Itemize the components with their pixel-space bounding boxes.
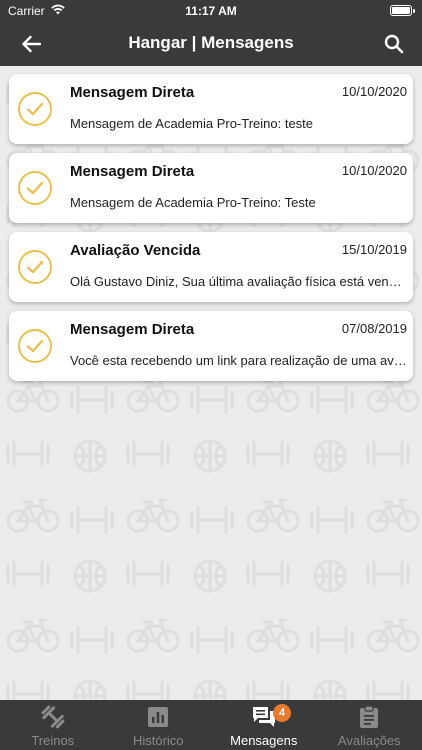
message-subject: Mensagem Direta bbox=[70, 163, 195, 180]
message-preview: Olá Gustavo Diniz, Sua última avaliação … bbox=[70, 274, 408, 289]
tab-label: Histórico bbox=[132, 733, 184, 748]
check-circle-icon bbox=[18, 171, 52, 205]
clipboard-icon bbox=[356, 704, 382, 730]
message-date: 15/10/2019 bbox=[341, 242, 407, 257]
message-date: 10/10/2020 bbox=[341, 163, 407, 178]
message-list-area[interactable]: Mensagem Direta 10/10/2020 Mensagem de A… bbox=[0, 66, 422, 700]
tab-mensagens[interactable]: 4 Mensagens bbox=[211, 700, 317, 750]
bar-chart-icon bbox=[145, 704, 171, 730]
tab-historico[interactable]: Histórico bbox=[106, 700, 212, 750]
message-card[interactable]: Avaliação Vencida 15/10/2019 Olá Gustavo… bbox=[9, 232, 413, 302]
battery-icon bbox=[390, 5, 415, 16]
app-header: Hangar | Mensagens bbox=[0, 22, 422, 66]
message-card[interactable]: Mensagem Direta 10/10/2020 Mensagem de A… bbox=[9, 153, 413, 223]
tab-treinos[interactable]: Treinos bbox=[0, 700, 106, 750]
tab-label: Avaliações bbox=[337, 733, 401, 748]
search-button[interactable] bbox=[380, 30, 408, 58]
message-card[interactable]: Mensagem Direta 07/08/2019 Você esta rec… bbox=[9, 311, 413, 381]
check-circle-icon bbox=[18, 92, 52, 126]
bottom-tab-bar: Treinos Histórico 4 Mensagens Avaliações bbox=[0, 700, 422, 750]
message-card[interactable]: Mensagem Direta 10/10/2020 Mensagem de A… bbox=[9, 74, 413, 144]
status-bar: Carrier 11:17 AM bbox=[0, 0, 422, 22]
tab-label: Treinos bbox=[31, 733, 75, 748]
chat-icon bbox=[251, 704, 277, 730]
message-preview: Você esta recebendo um link para realiza… bbox=[70, 353, 408, 368]
page-title: Hangar | Mensagens bbox=[128, 33, 294, 52]
unread-badge: 4 bbox=[273, 704, 291, 722]
message-date: 10/10/2020 bbox=[341, 84, 407, 99]
message-subject: Avaliação Vencida bbox=[70, 242, 201, 259]
check-circle-icon bbox=[18, 250, 52, 284]
message-date: 07/08/2019 bbox=[341, 321, 407, 336]
message-subject: Mensagem Direta bbox=[70, 321, 195, 338]
status-time: 11:17 AM bbox=[185, 4, 237, 18]
search-icon bbox=[384, 34, 404, 54]
message-preview: Mensagem de Academia Pro-Treino: teste bbox=[70, 116, 314, 131]
tab-avaliacoes[interactable]: Avaliações bbox=[317, 700, 422, 750]
tab-label: Mensagens bbox=[230, 733, 298, 748]
message-preview: Mensagem de Academia Pro-Treino: Teste bbox=[70, 195, 316, 210]
dumbbell-icon bbox=[40, 704, 66, 730]
message-subject: Mensagem Direta bbox=[70, 84, 195, 101]
check-circle-icon bbox=[18, 329, 52, 363]
